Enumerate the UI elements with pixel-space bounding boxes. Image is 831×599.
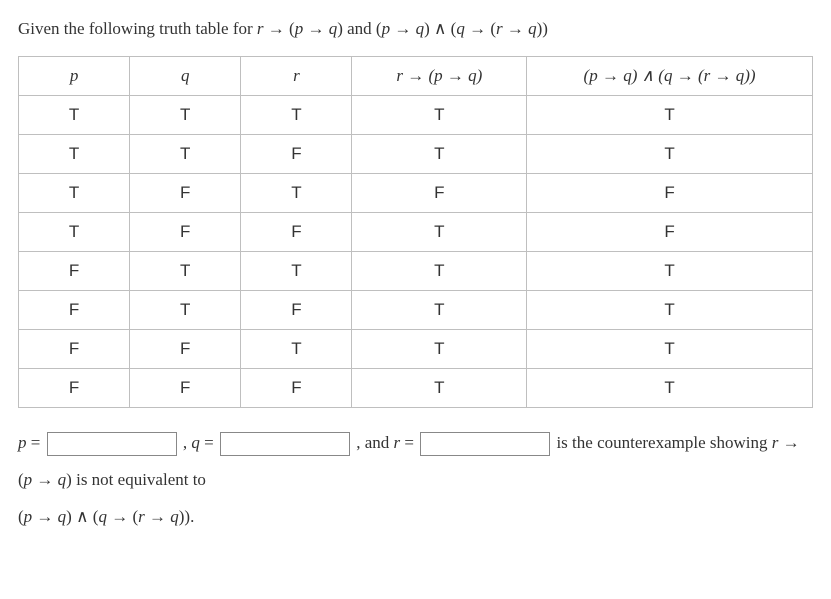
table-row: F T F T T [19,290,813,329]
table-row: F F F T T [19,368,813,407]
cell-p: F [19,251,130,290]
cell-p: F [19,368,130,407]
table-row: T T T T T [19,95,813,134]
cell-e1: T [352,290,527,329]
cell-e1: T [352,212,527,251]
tail-text-2: counterexample showing [597,433,772,452]
cell-q: F [130,329,241,368]
table-row: F F T T T [19,329,813,368]
cell-e1: T [352,95,527,134]
cell-e2: T [527,368,813,407]
cell-p: F [19,290,130,329]
cell-p: T [19,134,130,173]
tail-text-1: is the [556,433,597,452]
intro-expr1: r → (p → q) [257,19,343,38]
cell-e2: T [527,329,813,368]
cell-q: T [130,95,241,134]
cell-e2: F [527,173,813,212]
cell-q: F [130,173,241,212]
period: . [190,507,194,526]
cell-q: T [130,251,241,290]
intro-expr2: (p → q) ∧ (q → (r → q)) [376,19,548,38]
r-equals-label: , and r = [356,433,414,452]
cell-r: F [241,212,352,251]
header-p: p [19,56,130,95]
header-e1: r → (p → q) [352,56,527,95]
intro-text: Given the following truth table for r → … [18,16,813,42]
cell-e2: F [527,212,813,251]
table-row: T F F T F [19,212,813,251]
table-row: T F T F F [19,173,813,212]
cell-r: T [241,173,352,212]
cell-e1: T [352,368,527,407]
q-input[interactable] [220,432,350,456]
intro-prefix: Given the following truth table for [18,19,257,38]
cell-p: F [19,329,130,368]
cell-e1: T [352,134,527,173]
intro-mid: and [347,19,376,38]
p-equals-label: p = [18,433,40,452]
cell-r: T [241,251,352,290]
cell-p: T [19,95,130,134]
cell-r: F [241,134,352,173]
answer-expr2: (p → q) ∧ (q → (r → q)) [18,507,190,526]
cell-e1: T [352,329,527,368]
cell-e2: T [527,290,813,329]
table-row: F T T T T [19,251,813,290]
q-equals-label: , q = [183,433,214,452]
header-r: r [241,56,352,95]
answer-mid: is not equivalent to [76,470,206,489]
cell-q: F [130,368,241,407]
cell-r: T [241,95,352,134]
cell-q: T [130,290,241,329]
cell-r: F [241,290,352,329]
answer-section: p = , q = , and r = is the counterexampl… [18,424,813,536]
cell-r: F [241,368,352,407]
cell-e2: T [527,95,813,134]
header-q: q [130,56,241,95]
cell-e2: T [527,134,813,173]
table-row: T T F T T [19,134,813,173]
truth-table: p q r r → (p → q) (p → q) ∧ (q → (r → q)… [18,56,813,408]
r-input[interactable] [420,432,550,456]
cell-p: T [19,212,130,251]
cell-e1: T [352,251,527,290]
header-e2: (p → q) ∧ (q → (r → q)) [527,56,813,95]
cell-e1: F [352,173,527,212]
p-input[interactable] [47,432,177,456]
table-header-row: p q r r → (p → q) (p → q) ∧ (q → (r → q)… [19,56,813,95]
cell-q: F [130,212,241,251]
cell-r: T [241,329,352,368]
cell-q: T [130,134,241,173]
cell-p: T [19,173,130,212]
cell-e2: T [527,251,813,290]
